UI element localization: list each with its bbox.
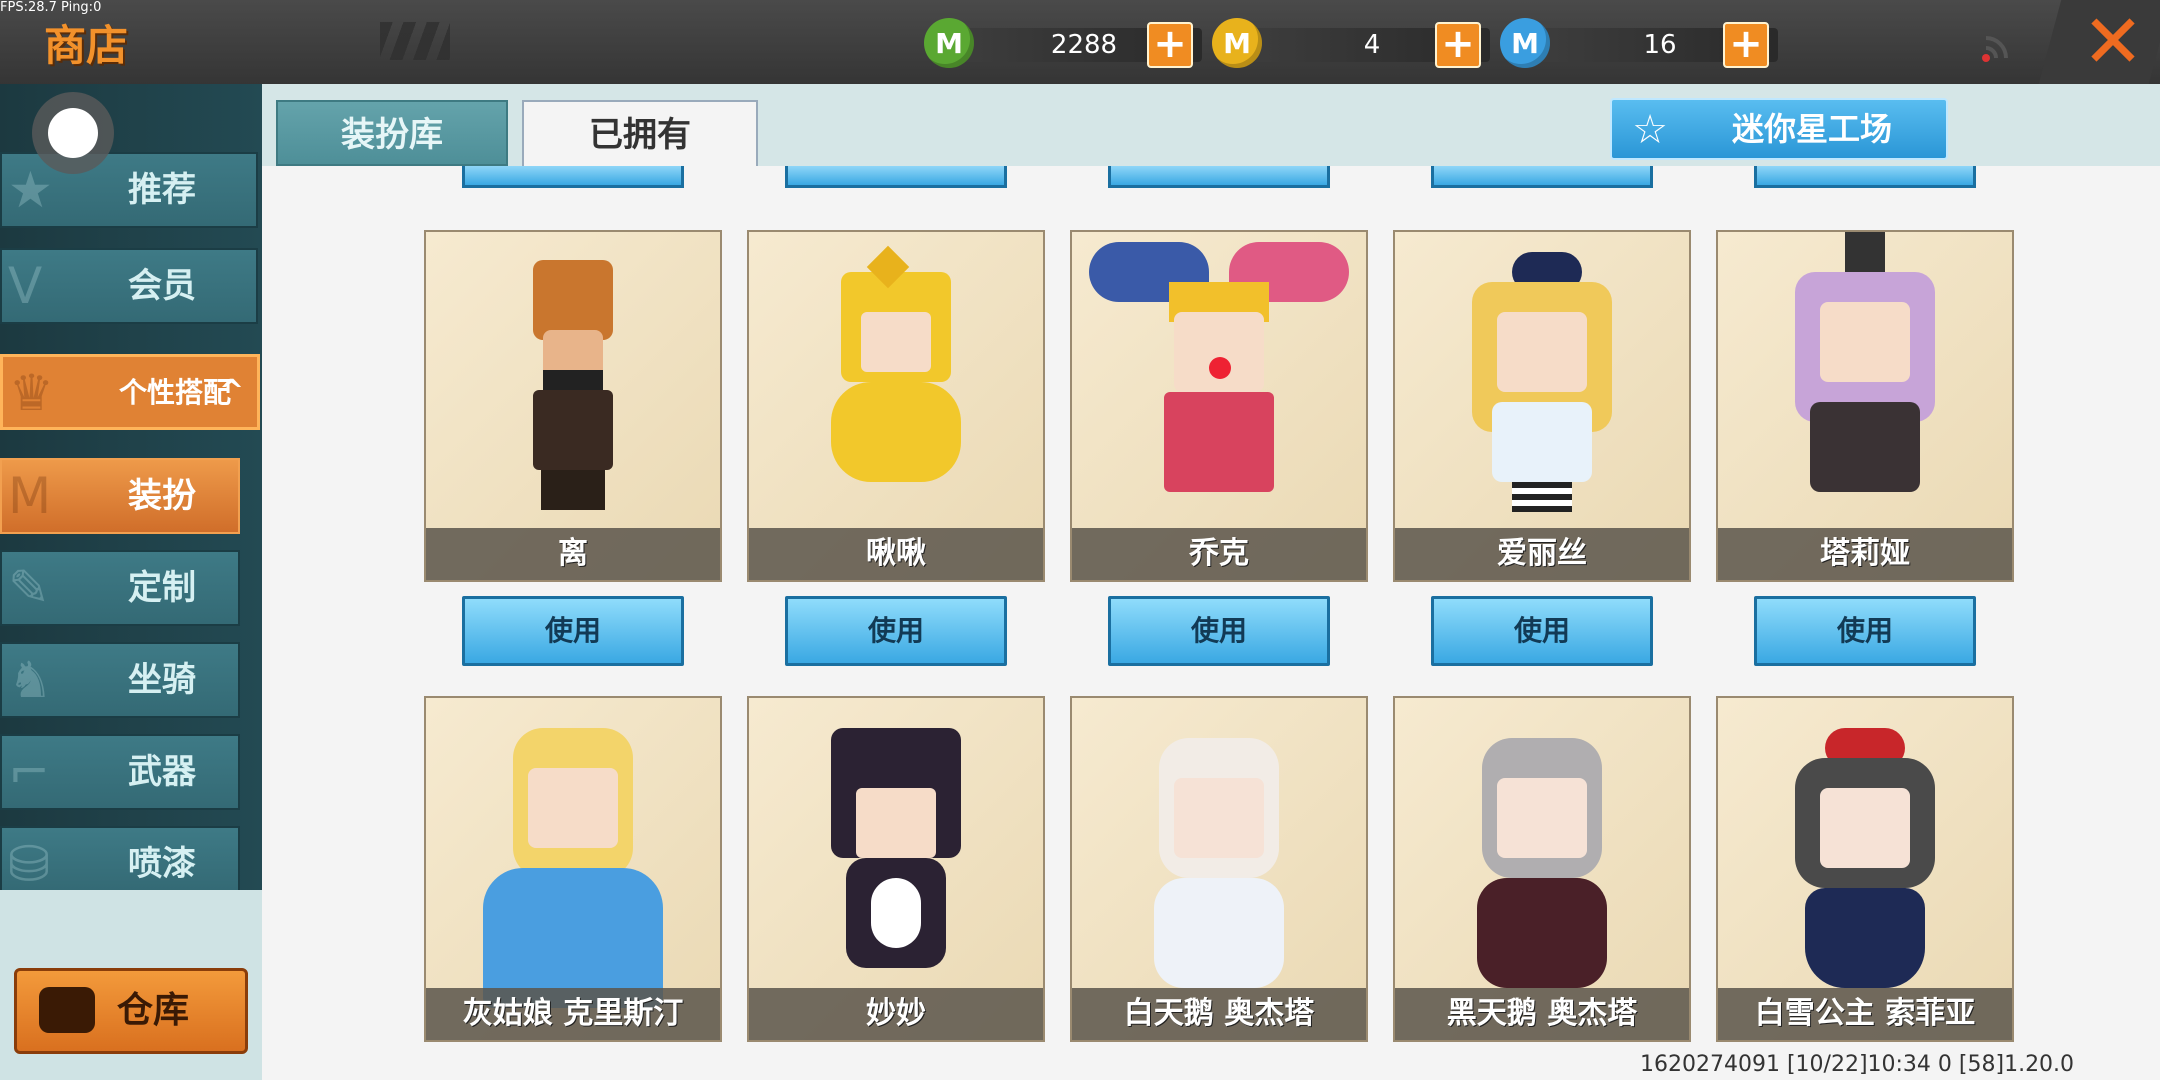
character-chick bbox=[821, 245, 971, 512]
tab-owned[interactable]: 已拥有 bbox=[522, 100, 758, 166]
outfit-card[interactable]: 黑天鹅 奥杰塔 bbox=[1393, 696, 1691, 1042]
sidebar-item-weapon[interactable]: ⌐ 武器 bbox=[0, 734, 240, 810]
character-alice bbox=[1452, 252, 1632, 522]
character-talia bbox=[1765, 232, 1965, 522]
use-button-partial[interactable] bbox=[462, 166, 684, 188]
use-button[interactable]: 使用 bbox=[1431, 596, 1653, 666]
character-cinderella bbox=[463, 718, 683, 1008]
add-gold-coin-button[interactable]: + bbox=[1435, 22, 1481, 68]
outfit-card[interactable]: 爱丽丝 bbox=[1393, 230, 1691, 582]
trophy-icon: ♛ bbox=[9, 364, 54, 422]
outfit-card[interactable]: 灰姑娘 克里斯汀 bbox=[424, 696, 722, 1042]
use-button-partial[interactable] bbox=[785, 166, 1007, 188]
outfit-name: 黑天鹅 奥杰塔 bbox=[1446, 996, 1638, 1031]
version-info: 1620274091 [10/22]10:34 0 [58]1.20.0 bbox=[1640, 1052, 2075, 1077]
outfit-name: 灰姑娘 克里斯汀 bbox=[462, 996, 684, 1031]
sidebar-item-label: 坐骑 bbox=[128, 660, 196, 700]
outfit-card[interactable]: 白天鹅 奥杰塔 bbox=[1070, 696, 1368, 1042]
gold-coin-icon: M bbox=[1212, 18, 1262, 68]
page-title: 商店 bbox=[44, 21, 129, 70]
sidebar-item-label: 会员 bbox=[128, 266, 196, 306]
outfit-name: 离 bbox=[558, 536, 588, 571]
outfit-icon: M bbox=[8, 467, 52, 525]
character-miaomiao bbox=[816, 728, 976, 1008]
mount-icon: ♞ bbox=[8, 651, 53, 709]
use-button[interactable]: 使用 bbox=[785, 596, 1007, 666]
add-blue-coin-button[interactable]: + bbox=[1723, 22, 1769, 68]
chest-icon bbox=[39, 987, 95, 1033]
blue-coin-icon: M bbox=[1500, 18, 1550, 68]
tab-outfit-library[interactable]: 装扮库 bbox=[276, 100, 508, 166]
outfit-card[interactable]: 离 bbox=[424, 230, 722, 582]
chevron-up-icon: ^ bbox=[219, 374, 245, 409]
use-button-partial[interactable] bbox=[1754, 166, 1976, 188]
decorative-stripes bbox=[380, 22, 450, 60]
gun-icon: ⌐ bbox=[8, 743, 50, 801]
pen-icon: ✎ bbox=[8, 559, 50, 617]
sidebar-item-vip[interactable]: V 会员 bbox=[0, 248, 258, 324]
sidebar-item-spray[interactable]: ⛁ 喷漆 bbox=[0, 826, 240, 893]
outfit-name: 白雪公主 索菲亚 bbox=[1754, 996, 1976, 1031]
use-button[interactable]: 使用 bbox=[462, 596, 684, 666]
joystick-button[interactable] bbox=[32, 92, 114, 174]
sidebar-item-label: 武器 bbox=[128, 752, 196, 792]
close-icon[interactable]: ✕ bbox=[2082, 4, 2144, 80]
character-jester bbox=[1079, 232, 1359, 522]
fps-readout: FPS:28.7 Ping:0 bbox=[0, 0, 102, 15]
sidebar-item-outfit[interactable]: M 装扮 bbox=[0, 458, 240, 534]
outfit-grid: 离 使用 啾啾 使用 乔克 使用 爱丽丝 使用 塔莉娅 使用 灰姑娘 克里斯汀 … bbox=[262, 166, 2160, 1080]
outfit-card[interactable]: 妙妙 bbox=[747, 696, 1045, 1042]
outfit-card[interactable]: 白雪公主 索菲亚 bbox=[1716, 696, 2014, 1042]
use-button-partial[interactable] bbox=[1108, 166, 1330, 188]
sidebar-item-recommend[interactable]: ★ 推荐 bbox=[0, 152, 258, 228]
sidebar-item-label: 推荐 bbox=[128, 170, 196, 210]
character-black-swan bbox=[1452, 718, 1632, 1008]
vip-icon: V bbox=[8, 257, 43, 315]
warehouse-label: 仓库 bbox=[117, 990, 190, 1031]
sidebar-item-custom[interactable]: ✎ 定制 bbox=[0, 550, 240, 626]
use-button-partial[interactable] bbox=[1431, 166, 1653, 188]
outfit-name: 爱丽丝 bbox=[1497, 536, 1587, 571]
outfit-name: 妙妙 bbox=[866, 996, 926, 1031]
top-bar: 商店 M 2288 + M 4 + M 16 + ✕ bbox=[0, 0, 2160, 88]
character-white-swan bbox=[1129, 718, 1309, 1008]
use-button[interactable]: 使用 bbox=[1754, 596, 1976, 666]
use-button[interactable]: 使用 bbox=[1108, 596, 1330, 666]
sidebar-group-personal-style[interactable]: ♛ 个性搭配 ^ bbox=[0, 354, 260, 430]
star-icon: ☆ bbox=[1632, 107, 1668, 153]
add-green-coin-button[interactable]: + bbox=[1147, 22, 1193, 68]
spray-icon: ⛁ bbox=[8, 835, 50, 893]
character-ninja bbox=[513, 260, 633, 510]
signal-icon bbox=[1982, 36, 2008, 62]
sidebar: ★ 推荐 V 会员 ♛ 个性搭配 ^ M 装扮 ✎ 定制 ♞ 坐骑 ⌐ 武器 ⛁… bbox=[0, 84, 262, 1080]
green-coin-icon: M bbox=[924, 18, 974, 68]
outfit-name: 白天鹅 奥杰塔 bbox=[1123, 996, 1315, 1031]
main-panel: 装扮库 已拥有 ☆ 迷你星工场 离 使用 啾啾 使用 乔克 使用 爱丽丝 使用 … bbox=[262, 84, 2160, 1080]
character-snow-white bbox=[1770, 718, 1960, 1008]
mini-workshop-button[interactable]: ☆ 迷你星工场 bbox=[1610, 98, 1948, 160]
warehouse-button[interactable]: 仓库 bbox=[14, 968, 248, 1054]
sidebar-item-label: 定制 bbox=[128, 568, 196, 608]
outfit-name: 塔莉娅 bbox=[1820, 536, 1910, 571]
mini-workshop-label: 迷你星工场 bbox=[1731, 110, 1892, 148]
sidebar-item-mount[interactable]: ♞ 坐骑 bbox=[0, 642, 240, 718]
sidebar-item-label: 装扮 bbox=[128, 476, 196, 516]
outfit-card[interactable]: 塔莉娅 bbox=[1716, 230, 2014, 582]
outfit-name: 啾啾 bbox=[866, 536, 926, 571]
outfit-card[interactable]: 啾啾 bbox=[747, 230, 1045, 582]
tab-bar: 装扮库 已拥有 ☆ 迷你星工场 bbox=[262, 84, 2160, 166]
outfit-card[interactable]: 乔克 bbox=[1070, 230, 1368, 582]
outfit-name: 乔克 bbox=[1189, 536, 1249, 571]
